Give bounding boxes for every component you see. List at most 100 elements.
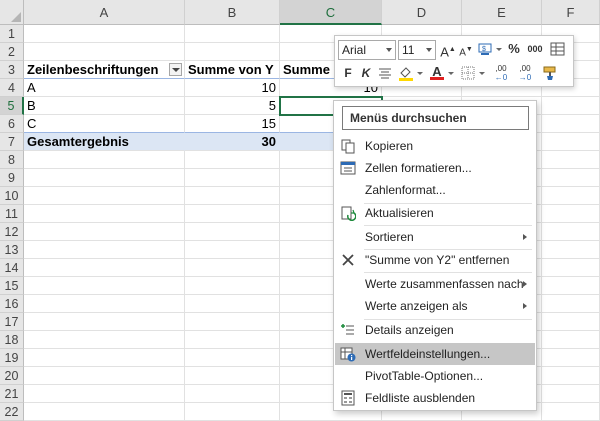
grid-cell[interactable] <box>542 331 600 349</box>
column-header-e[interactable]: E <box>462 0 542 25</box>
accounting-format-button[interactable]: $ <box>476 40 494 58</box>
pivot-total-value[interactable]: 30 <box>185 132 280 151</box>
column-header-a[interactable]: A <box>24 0 185 25</box>
accounting-format-dropdown[interactable] <box>495 40 503 58</box>
grid-cell[interactable] <box>185 241 280 259</box>
grid-cell[interactable] <box>24 367 185 385</box>
row-header[interactable]: 4 <box>0 79 24 97</box>
percent-style-button[interactable]: % <box>505 40 523 58</box>
grid-cell[interactable] <box>185 277 280 295</box>
menu-item-aktualisieren[interactable]: Aktualisieren <box>335 202 535 224</box>
grid-cell[interactable] <box>185 313 280 331</box>
grow-font-button[interactable]: A▲ <box>439 41 457 59</box>
grid-cell[interactable] <box>542 97 600 115</box>
borders-button[interactable] <box>459 64 477 82</box>
fill-color-button[interactable] <box>397 64 415 82</box>
grid-cell[interactable] <box>542 223 600 241</box>
grid-cell[interactable] <box>542 133 600 151</box>
row-header[interactable]: 22 <box>0 403 24 421</box>
grid-cell[interactable] <box>24 295 185 313</box>
column-header-f[interactable]: F <box>542 0 600 25</box>
bold-button[interactable]: F <box>339 64 357 82</box>
grid-cell[interactable] <box>24 25 185 43</box>
pivot-total-label[interactable]: Gesamtergebnis <box>24 132 185 151</box>
grid-cell[interactable] <box>542 187 600 205</box>
row-header[interactable]: 1 <box>0 25 24 43</box>
row-header[interactable]: 16 <box>0 295 24 313</box>
column-header-c[interactable]: C <box>280 0 382 25</box>
menu-item-werte-anzeigen-als[interactable]: Werte anzeigen als <box>335 295 535 317</box>
grid-cell[interactable] <box>185 205 280 223</box>
align-center-button[interactable] <box>376 64 394 82</box>
pivot-value-cell[interactable]: 5 <box>185 97 280 115</box>
grid-cell[interactable] <box>185 169 280 187</box>
grid-cell[interactable] <box>542 277 600 295</box>
grid-cell[interactable] <box>542 169 600 187</box>
row-header[interactable]: 18 <box>0 331 24 349</box>
row-header[interactable]: 19 <box>0 349 24 367</box>
pivot-row-label[interactable]: C <box>24 115 185 133</box>
menu-item-sortieren[interactable]: Sortieren <box>335 226 535 248</box>
menu-search-input[interactable]: Menüs durchsuchen <box>342 106 529 130</box>
font-color-button[interactable]: A <box>428 63 446 81</box>
thousands-separator-button[interactable]: 000 <box>524 40 546 58</box>
row-header[interactable]: 2 <box>0 43 24 61</box>
row-header[interactable]: 3 <box>0 61 24 79</box>
grid-cell[interactable] <box>24 223 185 241</box>
grid-cell[interactable] <box>542 115 600 133</box>
menu-item-pivottable-optionen[interactable]: PivotTable-Optionen... <box>335 365 535 387</box>
select-all-corner[interactable] <box>0 0 24 25</box>
format-painter-table-button[interactable] <box>549 40 567 58</box>
column-header-d[interactable]: D <box>382 0 462 25</box>
row-header[interactable]: 12 <box>0 223 24 241</box>
pivot-row-label[interactable]: A <box>24 79 185 97</box>
grid-cell[interactable] <box>185 25 280 43</box>
row-header[interactable]: 8 <box>0 151 24 169</box>
menu-item-werte-zusammenfassen[interactable]: Werte zusammenfassen nach <box>335 273 535 295</box>
shrink-font-button[interactable]: A▼ <box>457 41 475 59</box>
menu-item-feldliste-ausblenden[interactable]: Feldliste ausblenden <box>335 387 535 409</box>
decrease-decimal-button[interactable]: ,00 →0 <box>514 64 536 82</box>
grid-cell[interactable] <box>24 403 185 421</box>
grid-cell[interactable] <box>542 151 600 169</box>
grid-cell[interactable] <box>24 313 185 331</box>
grid-cell[interactable] <box>185 385 280 403</box>
menu-item-details-anzeigen[interactable]: Details anzeigen <box>335 319 535 341</box>
row-header[interactable]: 11 <box>0 205 24 223</box>
grid-cell[interactable] <box>185 331 280 349</box>
grid-cell[interactable] <box>24 43 185 61</box>
pivot-value-cell[interactable]: 15 <box>185 115 280 133</box>
menu-item-kopieren[interactable]: Kopieren <box>335 135 535 157</box>
grid-cell[interactable] <box>185 43 280 61</box>
font-name-combo[interactable]: Arial <box>338 40 396 60</box>
grid-cell[interactable] <box>185 367 280 385</box>
grid-cell[interactable] <box>542 403 600 421</box>
grid-cell[interactable] <box>24 151 185 169</box>
grid-cell[interactable] <box>185 151 280 169</box>
row-header[interactable]: 17 <box>0 313 24 331</box>
grid-cell[interactable] <box>185 259 280 277</box>
row-header[interactable]: 10 <box>0 187 24 205</box>
font-size-combo[interactable]: 11 <box>398 40 436 60</box>
grid-cell[interactable] <box>542 367 600 385</box>
grid-cell[interactable] <box>185 187 280 205</box>
menu-item-zahlenformat[interactable]: Zahlenformat... <box>335 179 535 201</box>
grid-cell[interactable] <box>542 313 600 331</box>
pivot-row-labels-header[interactable]: Zeilenbeschriftungen <box>24 61 185 79</box>
grid-cell[interactable] <box>185 295 280 313</box>
grid-cell[interactable] <box>24 241 185 259</box>
grid-cell[interactable] <box>24 259 185 277</box>
grid-cell[interactable] <box>542 385 600 403</box>
pivot-value-cell[interactable]: 10 <box>185 79 280 97</box>
grid-cell[interactable] <box>185 349 280 367</box>
grid-cell[interactable] <box>542 295 600 313</box>
menu-item-entfernen[interactable]: "Summe von Y2" entfernen <box>335 249 535 271</box>
grid-cell[interactable] <box>24 277 185 295</box>
grid-cell[interactable] <box>24 385 185 403</box>
filter-dropdown-button[interactable] <box>169 63 182 76</box>
fill-color-dropdown[interactable] <box>416 64 424 82</box>
grid-cell[interactable] <box>185 223 280 241</box>
grid-cell[interactable] <box>24 349 185 367</box>
menu-item-zellen-formatieren[interactable]: Zellen formatieren... <box>335 157 535 179</box>
grid-cell[interactable] <box>542 259 600 277</box>
